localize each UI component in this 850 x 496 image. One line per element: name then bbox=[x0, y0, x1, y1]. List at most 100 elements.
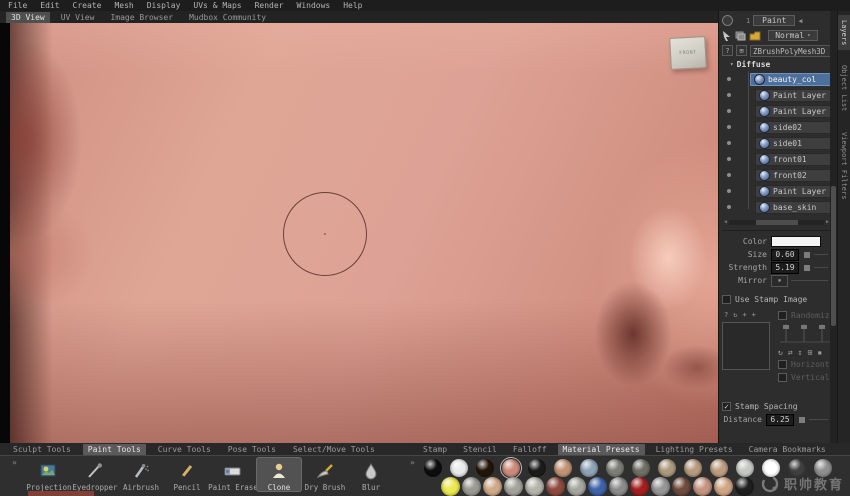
menu-item-display[interactable]: Display bbox=[147, 1, 181, 10]
material-swatch[interactable] bbox=[580, 459, 598, 477]
layer-row[interactable]: beauty_col bbox=[722, 71, 831, 87]
stamp-move-icon[interactable]: + bbox=[742, 311, 746, 319]
material-swatch[interactable] bbox=[504, 477, 523, 496]
side-tab-object-list[interactable]: Object List bbox=[838, 60, 850, 116]
tool-projection[interactable]: Projection bbox=[26, 457, 72, 492]
material-swatch[interactable] bbox=[554, 459, 572, 477]
material-swatch[interactable] bbox=[632, 459, 650, 477]
stamp-help-icon[interactable]: ? bbox=[724, 311, 728, 319]
channel-group-row[interactable]: ▾ Diffuse bbox=[722, 58, 831, 71]
help-icon[interactable]: ? bbox=[722, 45, 733, 56]
layer-row[interactable]: Paint Layer 3 bbox=[722, 183, 831, 199]
layer-row[interactable]: side01 bbox=[722, 135, 831, 151]
size-slider-knob[interactable] bbox=[803, 251, 811, 259]
layer-visibility-dot[interactable] bbox=[727, 157, 731, 161]
material-swatch[interactable] bbox=[528, 459, 546, 477]
randomize-checkbox[interactable] bbox=[778, 311, 787, 320]
material-swatch[interactable] bbox=[424, 459, 442, 477]
vertical-checkbox[interactable] bbox=[778, 373, 787, 382]
layer-visibility-dot[interactable] bbox=[727, 109, 731, 113]
tool-dry-brush[interactable]: Dry Brush bbox=[302, 457, 348, 492]
layer-row[interactable]: side02 bbox=[722, 119, 831, 135]
distance-slider-knob[interactable] bbox=[798, 416, 806, 424]
layer-list-hscrollbar[interactable]: ◀ ▶ bbox=[724, 218, 829, 226]
layer-row[interactable]: base_skin bbox=[722, 199, 831, 215]
viewport-3d-face[interactable]: FRONT bbox=[10, 23, 718, 443]
layer-visibility-dot[interactable] bbox=[727, 77, 731, 81]
layer-row[interactable]: front02 bbox=[722, 167, 831, 183]
layer-visibility-dot[interactable] bbox=[727, 93, 731, 97]
material-swatch[interactable] bbox=[672, 477, 691, 496]
folder-icon[interactable] bbox=[749, 31, 761, 41]
material-swatch[interactable] bbox=[684, 459, 702, 477]
hscroll-thumb[interactable] bbox=[756, 220, 799, 225]
distance-value[interactable]: 6.25 bbox=[766, 414, 794, 426]
tool-airbrush[interactable]: Airbrush bbox=[118, 457, 164, 492]
strength-value[interactable]: 5.19 bbox=[771, 262, 799, 274]
layer-row[interactable]: front01 bbox=[722, 151, 831, 167]
size-slider-track[interactable] bbox=[814, 254, 828, 255]
material-swatch[interactable] bbox=[658, 459, 676, 477]
side-tab-viewport-filters[interactable]: Viewport Filters bbox=[838, 127, 850, 204]
layer-row[interactable]: Paint Layer 2 bbox=[722, 87, 831, 103]
material-swatch[interactable] bbox=[735, 477, 754, 496]
tab-3d-view[interactable]: 3D View bbox=[6, 12, 50, 23]
mirror-dropdown[interactable]: ▪ bbox=[771, 275, 788, 287]
layer-visibility-dot[interactable] bbox=[727, 189, 731, 193]
material-swatch[interactable] bbox=[736, 459, 754, 477]
stamp-preview-box[interactable] bbox=[722, 322, 770, 370]
material-swatch[interactable] bbox=[710, 459, 728, 477]
menu-item-render[interactable]: Render bbox=[255, 1, 284, 10]
tool-eyedropper[interactable]: Eyedropper bbox=[72, 457, 118, 492]
expand-caret-icon[interactable]: ▾ bbox=[730, 61, 734, 68]
front-view-cube[interactable]: FRONT bbox=[669, 36, 707, 70]
tab-stamp[interactable]: Stamp bbox=[418, 444, 452, 455]
tool-clone[interactable]: Clone bbox=[256, 457, 302, 492]
tray-scroll-left-icon[interactable]: » bbox=[12, 458, 17, 467]
strength-slider-knob[interactable] bbox=[803, 264, 811, 272]
material-swatch[interactable] bbox=[441, 477, 460, 496]
menu-item-create[interactable]: Create bbox=[73, 1, 102, 10]
material-swatch[interactable] bbox=[567, 477, 586, 496]
scroll-right-icon[interactable]: ▶ bbox=[826, 219, 829, 225]
material-swatch[interactable] bbox=[462, 477, 481, 496]
menu-item-edit[interactable]: Edit bbox=[40, 1, 59, 10]
side-tab-layers[interactable]: Layers bbox=[838, 15, 850, 50]
tab-mudbox-community[interactable]: Mudbox Community bbox=[184, 12, 271, 23]
stamp-refresh-icon[interactable]: ↻ bbox=[733, 311, 737, 319]
material-swatch[interactable] bbox=[693, 477, 712, 496]
horizontal-checkbox[interactable] bbox=[778, 360, 787, 369]
layer-visibility-dot[interactable] bbox=[727, 141, 731, 145]
material-swatch-selected[interactable] bbox=[502, 459, 520, 477]
paint-mode-dropdown[interactable]: Paint bbox=[753, 15, 795, 26]
tile-icon[interactable]: ⊞ bbox=[807, 348, 812, 357]
tool-paint-erase[interactable]: Paint Erase bbox=[210, 457, 256, 492]
tab-stencil[interactable]: Stencil bbox=[458, 444, 502, 455]
tool-pencil[interactable]: Pencil bbox=[164, 457, 210, 492]
mesh-name[interactable]: ZBrushPolyMesh3D Bo bbox=[750, 45, 831, 57]
pointer-icon[interactable] bbox=[722, 31, 732, 41]
tab-falloff[interactable]: Falloff bbox=[508, 444, 552, 455]
material-swatch[interactable] bbox=[588, 477, 607, 496]
tab-camera-bookmarks[interactable]: Camera Bookmarks bbox=[744, 444, 831, 455]
solid-icon[interactable]: ▪ bbox=[817, 348, 822, 357]
layers-icon[interactable] bbox=[735, 31, 746, 41]
vscroll-thumb[interactable] bbox=[831, 186, 836, 326]
stamp-spacing-checkbox[interactable]: ✓ bbox=[722, 402, 731, 411]
use-stamp-checkbox[interactable] bbox=[722, 295, 731, 304]
menu-item-windows[interactable]: Windows bbox=[297, 1, 331, 10]
rotate-icon[interactable]: ↻ bbox=[778, 348, 783, 357]
layer-row[interactable]: Paint Layer 1 bbox=[722, 103, 831, 119]
material-swatch[interactable] bbox=[476, 459, 494, 477]
record-icon[interactable] bbox=[722, 15, 733, 26]
material-swatch[interactable] bbox=[525, 477, 544, 496]
panel-vscrollbar[interactable] bbox=[830, 11, 837, 443]
tab-sculpt-tools[interactable]: Sculpt Tools bbox=[8, 444, 76, 455]
layer-visibility-dot[interactable] bbox=[727, 205, 731, 209]
material-swatch[interactable] bbox=[651, 477, 670, 496]
material-swatch[interactable] bbox=[483, 477, 502, 496]
material-swatch[interactable] bbox=[546, 477, 565, 496]
tab-pose-tools[interactable]: Pose Tools bbox=[223, 444, 281, 455]
tab-material-presets[interactable]: Material Presets bbox=[558, 444, 645, 455]
material-swatch[interactable] bbox=[714, 477, 733, 496]
